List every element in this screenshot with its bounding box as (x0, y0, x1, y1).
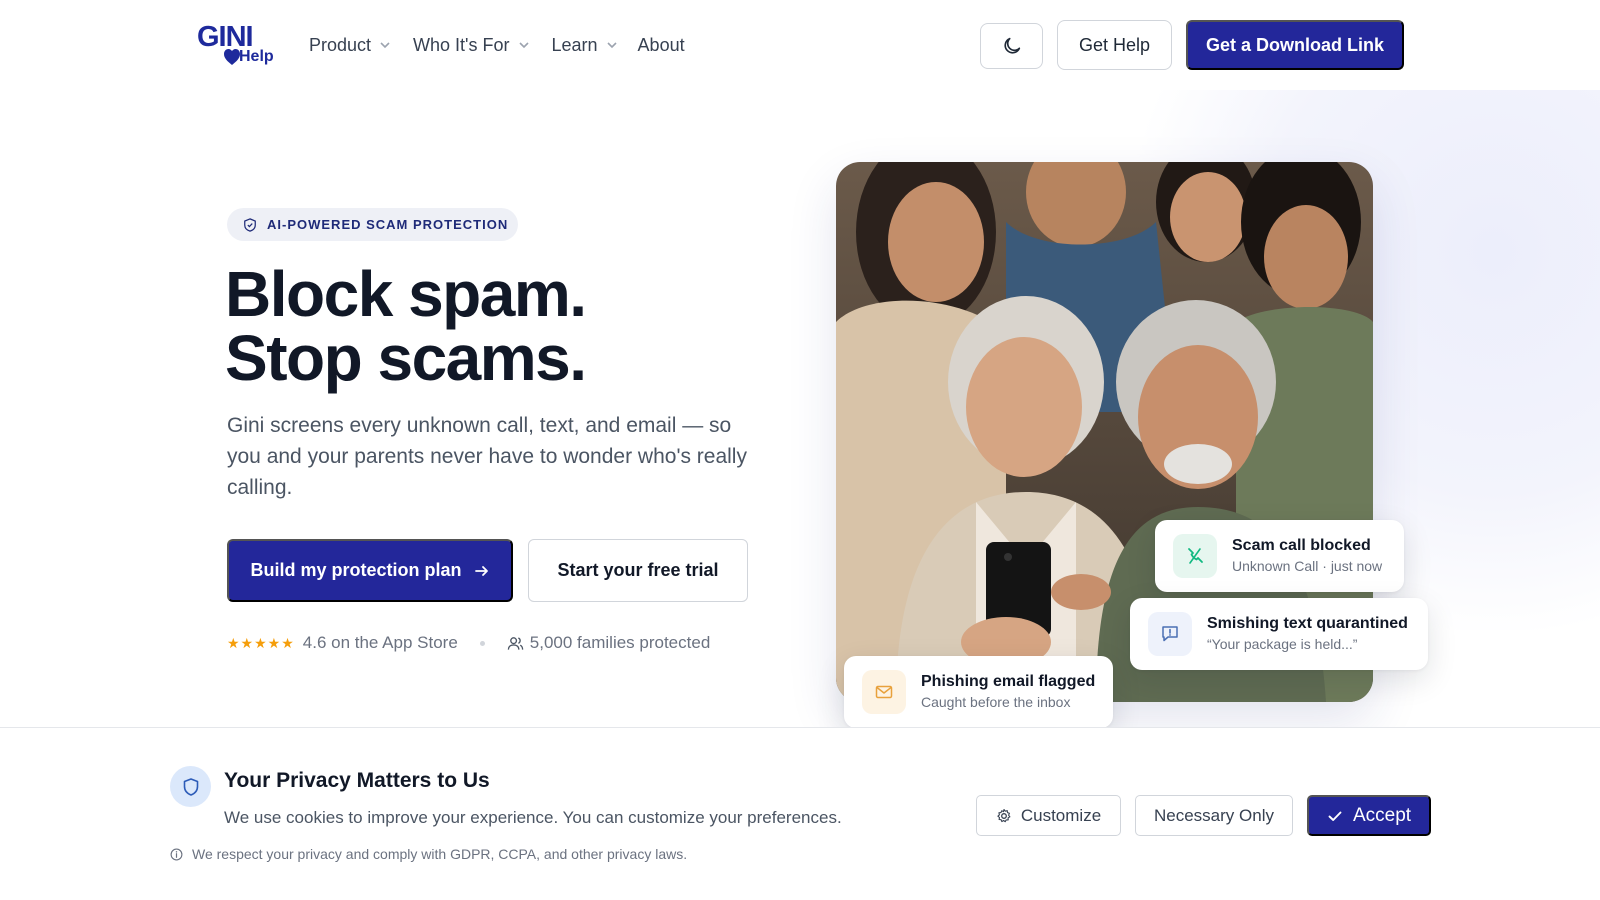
logo-subtext: Help (239, 48, 274, 65)
separator-dot (479, 640, 485, 646)
nav-about[interactable]: About (638, 33, 685, 57)
families-text: 5,000 families protected (529, 633, 711, 652)
phishing-email-card: Phishing email flagged Caught before the… (844, 656, 1113, 728)
card-sms-title: Smishing text quarantined (1207, 615, 1408, 632)
nav-product[interactable]: Product (309, 33, 391, 57)
nav-product-label: Product (309, 34, 372, 55)
card-call-subtitle: Unknown Call · just now (1232, 558, 1383, 574)
headline-line-1: Block spam. (225, 258, 587, 330)
users-icon (507, 636, 524, 650)
card-email-title: Phishing email flagged (921, 673, 1096, 690)
hero-badge-label: AI-POWERED SCAM PROTECTION (267, 217, 509, 232)
cookie-accept-button[interactable]: Accept (1307, 795, 1431, 836)
card-sms-text: Smishing text quarantined “Your package … (1207, 614, 1408, 654)
cookie-note: We respect your privacy and comply with … (170, 846, 687, 862)
hero-badge: AI-POWERED SCAM PROTECTION (227, 208, 518, 241)
arrow-right-icon (474, 565, 488, 576)
chevron-down-icon (518, 42, 529, 49)
card-email-text: Phishing email flagged Caught before the… (921, 672, 1095, 712)
build-protection-plan-button[interactable]: Build my protection plan (227, 539, 513, 602)
star-rating-icon: ★★★★★ (227, 634, 295, 651)
start-free-trial-button[interactable]: Start your free trial (528, 539, 748, 602)
nav-learn-label: Learn (551, 34, 598, 55)
rating-text: 4.6 on the App Store (302, 633, 458, 652)
nav-learn[interactable]: Learn (552, 33, 618, 57)
info-icon (170, 848, 183, 860)
gear-icon (997, 808, 1011, 822)
main-nav: Product Who It's For Learn About (309, 33, 707, 57)
hero-headline: Block spam. Stop scams. (225, 258, 587, 394)
get-download-link-button[interactable]: Get a Download Link (1186, 20, 1404, 70)
cookie-title: Your Privacy Matters to Us (224, 769, 490, 792)
cookie-customize-button[interactable]: Customize (976, 795, 1121, 836)
message-alert-icon (1148, 612, 1192, 656)
nav-who-its-for[interactable]: Who It's For (413, 33, 529, 57)
theme-toggle-button[interactable] (980, 23, 1043, 69)
card-call-title: Scam call blocked (1232, 537, 1371, 554)
cookie-description: We use cookies to improve your experienc… (224, 808, 842, 827)
card-call-text: Scam call blocked Unknown Call · just no… (1232, 536, 1382, 576)
shield-check-icon (244, 217, 256, 232)
nav-about-label: About (637, 34, 685, 55)
cookie-consent-banner: Your Privacy Matters to Us We use cookie… (0, 727, 1600, 900)
cookie-necessary-only-button[interactable]: Necessary Only (1135, 795, 1293, 836)
cookie-customize-label: Customize (1020, 805, 1102, 825)
privacy-shield-icon (170, 766, 211, 807)
logo-heart-shield-icon (224, 49, 240, 65)
hero-subtext: Gini screens every unknown call, text, a… (227, 414, 747, 499)
nav-who-its-for-label: Who It's For (413, 34, 510, 55)
headline-line-2: Stop scams. (225, 322, 587, 394)
chevron-down-icon (380, 42, 390, 49)
smishing-text-card: Smishing text quarantined “Your package … (1130, 598, 1428, 670)
check-icon (1328, 811, 1342, 821)
get-help-button[interactable]: Get Help (1057, 20, 1172, 70)
mail-icon (862, 670, 906, 714)
social-proof: ★★★★★ 4.6 on the App Store 5,000 familie… (227, 633, 710, 653)
phone-blocked-icon (1173, 534, 1217, 578)
cta-primary-label: Build my protection plan (250, 560, 462, 580)
gini-help-logo[interactable]: GINI Help (197, 22, 279, 68)
cookie-accept-label: Accept (1352, 804, 1412, 826)
site-header: GINI Help Product Who It's For Learn Abo… (0, 0, 1600, 90)
moon-icon (1003, 37, 1020, 54)
card-sms-subtitle: “Your package is held...” (1207, 636, 1358, 652)
chevron-down-icon (606, 42, 617, 49)
cookie-note-text: We respect your privacy and comply with … (192, 846, 688, 862)
scam-call-blocked-card: Scam call blocked Unknown Call · just no… (1155, 520, 1404, 592)
card-email-subtitle: Caught before the inbox (921, 694, 1071, 710)
